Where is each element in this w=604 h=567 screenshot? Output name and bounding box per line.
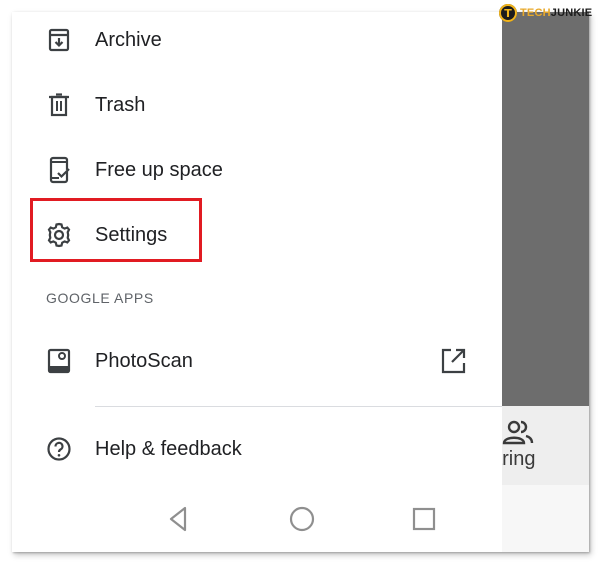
photoscan-icon	[47, 348, 71, 374]
settings-highlight-box	[30, 198, 202, 262]
background-sharing-label: aring	[502, 448, 536, 470]
techjunkie-logo-icon: T	[499, 4, 517, 22]
recents-icon[interactable]	[409, 504, 439, 534]
drawer-divider	[95, 406, 502, 407]
drawer-item-label: PhotoScan	[95, 350, 193, 372]
navigation-drawer: Archive Trash Free up space Settings GOO…	[12, 12, 502, 552]
archive-icon	[48, 28, 70, 52]
nav-bar-background	[502, 485, 589, 552]
trash-icon	[49, 93, 69, 117]
drawer-item-label: Trash	[95, 94, 146, 116]
drawer-item-label: Free up space	[95, 159, 223, 181]
open-in-new-icon[interactable]	[439, 347, 467, 375]
home-icon[interactable]	[287, 504, 317, 534]
drawer-item-label: Archive	[95, 29, 162, 51]
drawer-item-help-feedback[interactable]: Help & feedback	[12, 421, 502, 477]
help-icon	[47, 437, 71, 461]
techjunkie-watermark: T TECHJUNKIE	[499, 4, 592, 22]
back-icon[interactable]	[163, 504, 193, 534]
system-nav-bar	[12, 486, 502, 552]
background-sharing-tab: aring	[502, 406, 589, 485]
section-header-google-apps: GOOGLE APPS	[46, 290, 154, 306]
drawer-item-photoscan[interactable]: PhotoScan	[12, 333, 502, 389]
drawer-item-trash[interactable]: Trash	[12, 77, 502, 133]
drawer-item-label: Help & feedback	[95, 438, 242, 460]
people-icon	[502, 420, 534, 445]
drawer-item-archive[interactable]: Archive	[12, 12, 502, 68]
free-up-space-icon	[49, 156, 70, 184]
screenshot-frame: aring Archive Trash	[12, 12, 589, 552]
drawer-item-free-up-space[interactable]: Free up space	[12, 142, 502, 198]
techjunkie-logo-text: TECHJUNKIE	[520, 7, 593, 19]
